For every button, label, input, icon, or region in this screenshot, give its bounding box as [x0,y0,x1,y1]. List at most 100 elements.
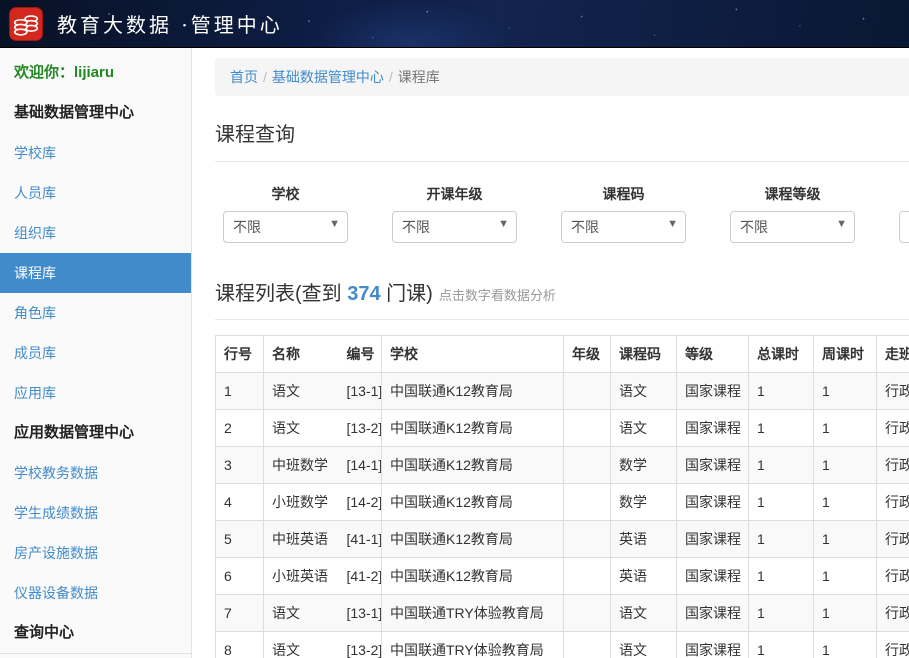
table-cell: 国家课程 [677,558,749,595]
column-header-名称: 名称 [264,336,339,373]
table-cell: [13-2] [339,410,382,447]
table-cell: 6 [216,558,264,595]
app-title: 教育大数据 ·管理中心 [57,9,283,38]
table-cell: 国家课程 [677,484,749,521]
table-cell: [13-1] [339,373,382,410]
table-cell [564,447,611,484]
table-cell: 1 [749,632,814,658]
table-cell: [13-2] [339,632,382,658]
list-title: 课程列表(查到 374 门课)点击数字看数据分析 [215,277,909,320]
table-cell: 1 [814,484,877,521]
table-cell: [14-1] [339,447,382,484]
table-cell: 1 [749,595,814,632]
table-cell [564,558,611,595]
table-cell: 5 [216,521,264,558]
table-row: 5中班英语[41-1]中国联通K12教育局英语国家课程11行政班 [216,521,909,558]
table-cell: 中国联通K12教育局 [382,447,564,484]
table-cell: 数学 [611,447,677,484]
breadcrumb-item-基础数据管理中心[interactable]: 基础数据管理中心 [272,69,384,85]
table-cell: 1 [749,447,814,484]
filter-row: 学校不限▼开课年级不限▼课程码不限▼课程等级不限▼▼ [223,184,909,243]
filter-select-课程码[interactable]: 不限 [561,211,686,243]
table-cell: 行政班 [877,373,909,410]
sidebar-item-课程库[interactable]: 课程库 [0,253,191,293]
sidebar-item-角色库[interactable]: 角色库 [0,293,191,333]
sidebar-menu: 欢迎你：lijiaru 基础数据管理中心学校库人员库组织库课程库角色库成员库应用… [0,48,191,654]
welcome-text: 欢迎你：lijiaru [0,53,191,93]
table-cell [564,521,611,558]
table-cell: 英语 [611,558,677,595]
table-cell: 中国联通TRY体验教育局 [382,595,564,632]
breadcrumb-item-首页[interactable]: 首页 [230,69,258,85]
database-icon [9,7,43,41]
table-cell: 语文 [611,595,677,632]
list-title-prefix: 课程列表(查到 [215,283,347,305]
table-cell [564,484,611,521]
filter-select-extra[interactable] [899,211,909,243]
table-row: 2语文[13-2]中国联通K12教育局语文国家课程11行政班 [216,410,909,447]
course-table: 行号名称编号学校年级课程码等级总课时周课时走班 1语文[13-1]中国联通K12… [215,335,909,658]
sidebar-item-学校教务数据[interactable]: 学校教务数据 [0,453,191,493]
table-cell: 中国联通K12教育局 [382,558,564,595]
table-cell: 中班英语 [264,521,339,558]
table-cell: 语文 [611,632,677,658]
table-cell: 国家课程 [677,373,749,410]
filter-label: 开课年级 [392,184,517,202]
table-cell: 1 [814,447,877,484]
sidebar-section-查询中心: 查询中心 [0,613,191,653]
column-header-学校: 学校 [382,336,564,373]
sidebar-item-学校库[interactable]: 学校库 [0,133,191,173]
table-body: 1语文[13-1]中国联通K12教育局语文国家课程11行政班2语文[13-2]中… [216,373,909,658]
column-header-行号: 行号 [216,336,264,373]
sidebar-item-人员库[interactable]: 人员库 [0,173,191,213]
table-cell: 1 [749,373,814,410]
table-cell [564,410,611,447]
table-cell: 行政班 [877,484,909,521]
table-cell: 小班数学 [264,484,339,521]
table-row: 1语文[13-1]中国联通K12教育局语文国家课程11行政班 [216,373,909,410]
table-cell: 国家课程 [677,447,749,484]
top-header-bar: 教育大数据 ·管理中心 [0,0,909,48]
table-cell: 8 [216,632,264,658]
sidebar-section-基础数据管理中心: 基础数据管理中心 [0,93,191,133]
table-cell: 国家课程 [677,632,749,658]
table-cell: 行政班 [877,595,909,632]
column-header-走班: 走班 [877,336,909,373]
filter-select-开课年级[interactable]: 不限 [392,211,517,243]
sidebar-item-仪器设备数据[interactable]: 仪器设备数据 [0,573,191,613]
sidebar-item-学生成绩数据[interactable]: 学生成绩数据 [0,493,191,533]
table-cell: 1 [814,632,877,658]
breadcrumb-item-课程库: 课程库 [398,69,440,85]
table-cell: 1 [749,521,814,558]
table-cell: 中国联通K12教育局 [382,484,564,521]
table-cell: 语文 [264,410,339,447]
sidebar-item-房产设施数据[interactable]: 房产设施数据 [0,533,191,573]
column-header-编号: 编号 [339,336,382,373]
table-cell: 1 [216,373,264,410]
filter-select-学校[interactable]: 不限 [223,211,348,243]
table-cell: 英语 [611,521,677,558]
filter-label: 学校 [223,184,348,202]
table-cell: 1 [749,558,814,595]
sidebar-item-组织库[interactable]: 组织库 [0,213,191,253]
column-header-年级: 年级 [564,336,611,373]
table-cell: 1 [749,410,814,447]
breadcrumb: 首页/基础数据管理中心/课程库 [215,58,909,96]
filter-select-课程等级[interactable]: 不限 [730,211,855,243]
table-cell: 3 [216,447,264,484]
table-cell: 语文 [264,595,339,632]
filter-label: 课程等级 [730,184,855,202]
breadcrumb-separator: / [258,69,272,85]
sidebar-item-应用库[interactable]: 应用库 [0,373,191,413]
table-cell: 行政班 [877,410,909,447]
table-cell: 语文 [611,373,677,410]
table-cell: 1 [814,595,877,632]
sidebar-item-成员库[interactable]: 成员库 [0,333,191,373]
table-cell: 4 [216,484,264,521]
course-count-link[interactable]: 374 [347,283,380,305]
table-cell: 行政班 [877,632,909,658]
table-cell: 1 [749,484,814,521]
sidebar: 欢迎你：lijiaru 基础数据管理中心学校库人员库组织库课程库角色库成员库应用… [0,48,192,658]
list-title-suffix: 门课) [381,283,433,305]
sidebar-section-应用数据管理中心: 应用数据管理中心 [0,413,191,453]
